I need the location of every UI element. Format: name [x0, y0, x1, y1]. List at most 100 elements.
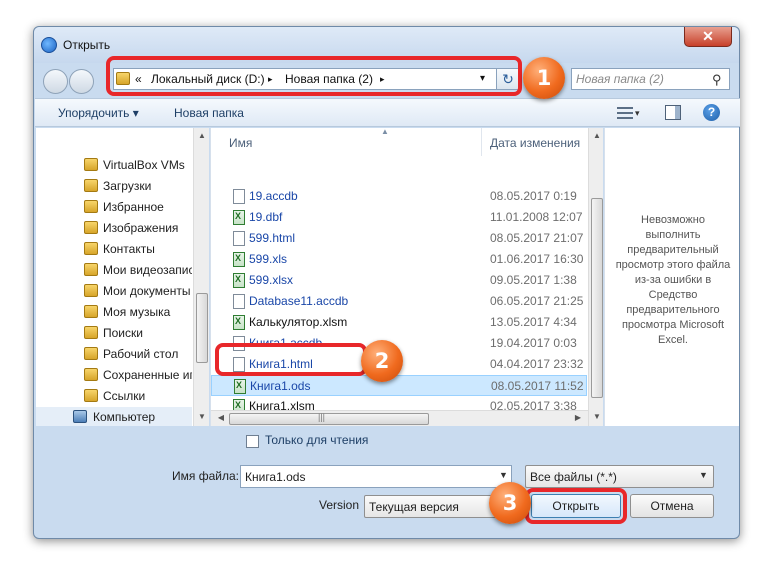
sort-indicator-icon: ▲	[381, 128, 389, 136]
sidebar-item-label: Изображения	[103, 221, 179, 235]
filename-value[interactable]: Книга1.ods	[245, 470, 305, 484]
sidebar-item[interactable]: Рабочий стол	[36, 344, 192, 365]
file-scroll-thumb[interactable]	[591, 198, 603, 398]
spreadsheet-file-icon	[233, 252, 245, 267]
filename-dropdown-icon[interactable]: ▼	[499, 470, 508, 480]
sidebar-item[interactable]: Поиски	[36, 323, 192, 344]
file-date: 08.05.2017 0:19	[490, 189, 577, 203]
partial-file-row	[211, 165, 587, 177]
sidebar-item-label: Избранное	[103, 200, 164, 214]
window-title: Открыть	[63, 38, 111, 52]
sidebar-item[interactable]: VirtualBox VMs	[36, 155, 192, 176]
step-badge-1: 1	[523, 57, 565, 99]
folder-icon	[84, 158, 98, 171]
filetype-select[interactable]: Все файлы (*.*) ▼	[525, 465, 714, 488]
scroll-up-icon[interactable]: ▲	[194, 131, 209, 140]
document-file-icon	[233, 231, 245, 246]
horizontal-scroll-thumb[interactable]: |||	[229, 412, 429, 425]
help-icon[interactable]: ?	[703, 104, 720, 121]
nav-scroll-thumb[interactable]	[196, 293, 208, 363]
filetype-dropdown-icon[interactable]: ▼	[699, 470, 708, 480]
column-header-name[interactable]: Имя	[229, 136, 252, 150]
filename-input[interactable]: Книга1.ods ▼	[240, 465, 512, 488]
sidebar-item[interactable]: Моя музыка	[36, 302, 192, 323]
highlight-open-button	[525, 488, 627, 524]
sidebar-item[interactable]: Компьютер	[36, 407, 192, 426]
folder-icon	[84, 284, 98, 297]
file-list: Имя ▲ Дата изменения 19.accdb 08.05.2017 …	[210, 128, 603, 426]
sidebar-item[interactable]: Загрузки	[36, 176, 192, 197]
spreadsheet-file-icon	[233, 315, 245, 330]
file-date: 01.06.2017 16:30	[490, 252, 584, 266]
file-list-scrollbar[interactable]: ▲ ▼	[588, 128, 603, 426]
navigation-pane: VirtualBox VMs Загрузки Избранное Изображен…	[36, 128, 209, 426]
highlight-address-bar	[106, 56, 522, 96]
version-label: Version	[319, 498, 360, 512]
preview-pane-icon[interactable]	[665, 105, 681, 120]
file-row[interactable]: Database11.accdb 06.05.2017 21:25	[211, 291, 587, 312]
step-badge-3: 3	[489, 482, 531, 524]
file-row[interactable]: Книга1.ods 08.05.2017 11:52	[211, 375, 587, 396]
readonly-label[interactable]: Только для чтения	[265, 433, 368, 447]
highlight-selected-file	[215, 343, 367, 376]
filename-label: Имя файла:	[172, 469, 239, 483]
organize-button[interactable]: Упорядочить ▾	[58, 106, 139, 120]
toolbar: Упорядочить ▾ Новая папка ▾ ?	[35, 98, 740, 127]
column-separator[interactable]	[481, 128, 482, 156]
folder-icon	[84, 326, 98, 339]
nav-scrollbar[interactable]: ▲ ▼	[193, 128, 209, 426]
sidebar-item-label: Ссылки	[103, 389, 146, 403]
views-dropdown-icon[interactable]: ▾	[635, 108, 640, 119]
preview-message: Невозможно выполнить предварительный про…	[615, 214, 731, 346]
new-folder-button[interactable]: Новая папка	[174, 106, 244, 120]
sidebar-item[interactable]: Мои видеозаписи	[36, 260, 192, 281]
folder-icon	[84, 242, 98, 255]
scroll-left-icon[interactable]: ◀	[213, 413, 229, 422]
file-name: 599.xls	[249, 252, 288, 266]
horizontal-scrollbar[interactable]: ◀ ||| ▶	[211, 410, 588, 426]
file-date: 06.05.2017 21:25	[490, 294, 584, 308]
sidebar-item[interactable]: Ссылки	[36, 386, 192, 407]
file-row[interactable]: 599.html 08.05.2017 21:07	[211, 228, 587, 249]
sidebar-item[interactable]: Избранное	[36, 197, 192, 218]
file-date: 19.04.2017 0:03	[490, 336, 577, 350]
folder-icon	[84, 179, 98, 192]
file-date: 13.05.2017 4:34	[490, 315, 577, 329]
document-file-icon	[233, 189, 245, 204]
scroll-right-icon[interactable]: ▶	[570, 413, 586, 422]
open-file-dialog: Открыть ✕ « Локальный диск (D:) ▸ Новая …	[33, 26, 740, 539]
file-name: 599.xlsx	[249, 273, 294, 287]
sidebar-item-label: Моя музыка	[103, 305, 171, 319]
file-name: 19.dbf	[249, 210, 283, 224]
file-row[interactable]: 19.dbf 11.01.2008 12:07	[211, 207, 587, 228]
folder-icon	[84, 200, 98, 213]
cancel-button[interactable]: Отмена	[630, 494, 714, 518]
column-header-date[interactable]: Дата изменения	[490, 136, 580, 150]
sidebar-item-label: Поиски	[103, 326, 143, 340]
scroll-down-icon[interactable]: ▼	[589, 412, 603, 421]
views-icon[interactable]	[617, 107, 633, 119]
sidebar-item-label: Мои видеозаписи	[103, 263, 192, 277]
file-name: 19.accdb	[249, 189, 298, 203]
file-row[interactable]: 599.xls 01.06.2017 16:30	[211, 249, 587, 270]
scroll-down-icon[interactable]: ▼	[194, 412, 209, 421]
search-icon[interactable]: ⚲	[712, 72, 722, 88]
search-input[interactable]: Новая папка (2) ⚲	[571, 68, 730, 90]
file-row[interactable]: 19.accdb 08.05.2017 0:19	[211, 186, 587, 207]
file-date: 04.04.2017 23:32	[490, 357, 584, 371]
close-button[interactable]: ✕	[684, 27, 732, 47]
file-row[interactable]: 599.xlsx 09.05.2017 1:38	[211, 270, 587, 291]
sidebar-item[interactable]: Контакты	[36, 239, 192, 260]
sidebar-item[interactable]: Сохраненные игры	[36, 365, 192, 386]
readonly-checkbox[interactable]	[246, 435, 259, 448]
sidebar-item[interactable]: Мои документы	[36, 281, 192, 302]
scroll-grip-icon: |||	[318, 412, 326, 422]
sidebar-item-label: Рабочий стол	[103, 347, 179, 361]
file-row[interactable]: Калькулятор.xlsm 13.05.2017 4:34	[211, 312, 587, 333]
back-button[interactable]	[43, 69, 68, 94]
folder-icon	[84, 368, 98, 381]
sidebar-item[interactable]: Изображения	[36, 218, 192, 239]
scroll-up-icon[interactable]: ▲	[589, 131, 603, 140]
forward-button[interactable]	[69, 69, 94, 94]
spreadsheet-file-icon	[233, 273, 245, 288]
